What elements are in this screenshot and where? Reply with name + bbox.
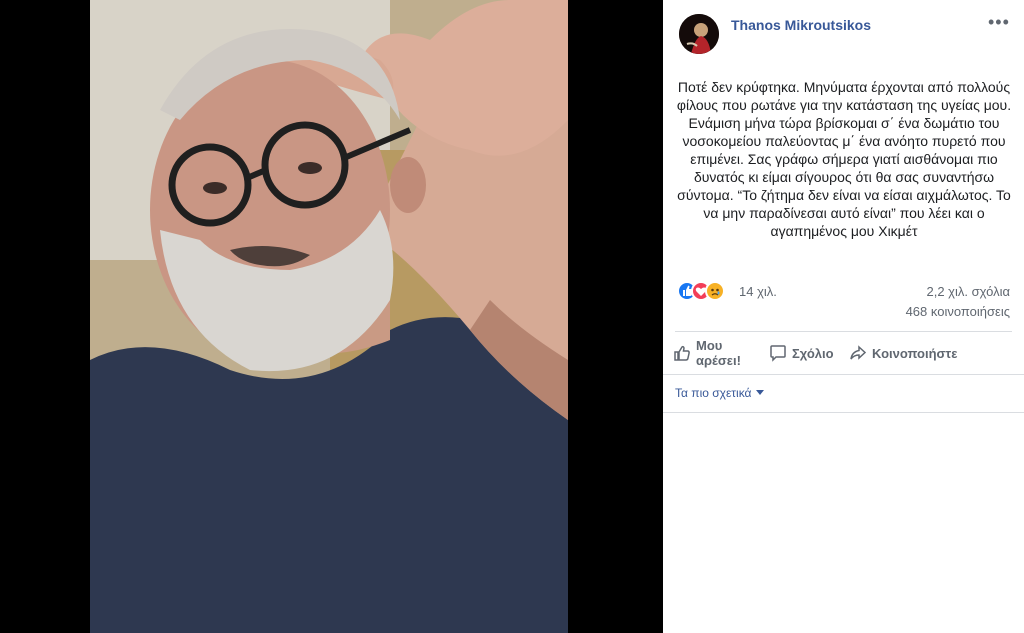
share-label: Κοινοποιήστε [872,345,958,361]
portrait-illustration [90,0,568,633]
post-actions: Μου αρέσει! Σχόλιο Κοινοποιήστε [663,336,1024,372]
post-header: Thanos Mikroutsikos ••• [663,0,1024,70]
avatar-image [679,14,719,54]
post-side-panel: Thanos Mikroutsikos ••• Ποτέ δεν κρύφτηκ… [663,0,1024,633]
author-name[interactable]: Thanos Mikroutsikos [731,17,871,33]
comment-icon [770,345,786,362]
comments-count[interactable]: 2,2 χιλ. σχόλια [926,284,1010,299]
share-button[interactable]: Κοινοποιήστε [849,344,957,362]
like-label: Μου αρέσει! [696,338,741,368]
author-avatar[interactable] [679,14,719,54]
comment-button[interactable]: Σχόλιο [769,344,834,362]
divider [663,412,1024,413]
sad-icon [705,281,725,301]
reactions-count: 14 χιλ. [739,284,777,299]
caret-down-icon [755,390,764,395]
post-photo[interactable] [90,0,568,633]
thumbs-up-icon [674,345,690,361]
photo-stage[interactable] [0,0,663,633]
more-options-icon[interactable]: ••• [988,12,1010,33]
divider [675,331,1012,332]
post-text: Ποτέ δεν κρύφτηκα. Μηνύματα έρχονται από… [676,79,1012,239]
divider [663,374,1024,375]
photo-viewer: Thanos Mikroutsikos ••• Ποτέ δεν κρύφτηκ… [0,0,1024,633]
share-icon [850,345,867,360]
comment-label: Σχόλιο [792,345,834,361]
like-button[interactable]: Μου αρέσει! [673,338,741,368]
sort-comments-dropdown[interactable]: Τα πιο σχετικά [675,386,764,400]
sort-label: Τα πιο σχετικά [675,386,752,400]
shares-count[interactable]: 468 κοινοποιήσεις [906,304,1010,319]
